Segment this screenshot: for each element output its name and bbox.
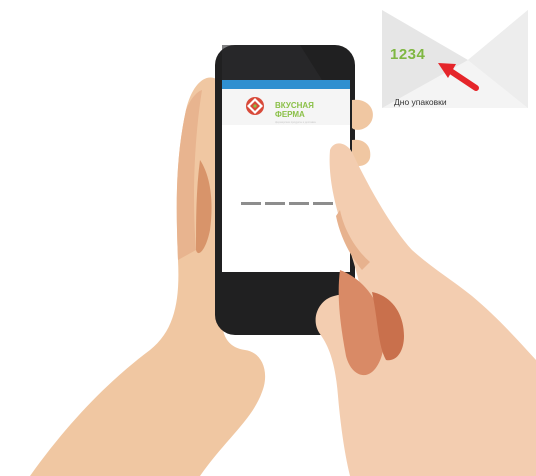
illustration-scene: Вкусная Ферма фермерские продукты и дост… — [0, 0, 536, 476]
screen-status-bar — [222, 80, 350, 89]
package-code: 1234 — [390, 46, 426, 63]
code-slot-4 — [313, 202, 333, 205]
code-slot-3 — [289, 202, 309, 205]
app-logo-subtitle: фермерские продукты и доставка — [275, 121, 316, 124]
app-logo-title: Вкусная Ферма — [275, 101, 331, 119]
app-logo-line-1: Вкусная — [275, 101, 314, 110]
code-slot-1 — [241, 202, 261, 205]
left-finger-1 — [352, 99, 373, 130]
package-bottom-callout: 1234 Дно упаковки — [382, 10, 528, 108]
app-logo-line-2: Ферма — [275, 110, 305, 119]
package-bottom-label: Дно упаковки — [394, 97, 447, 107]
brand-logo — [246, 97, 264, 115]
code-slot-2 — [265, 202, 285, 205]
